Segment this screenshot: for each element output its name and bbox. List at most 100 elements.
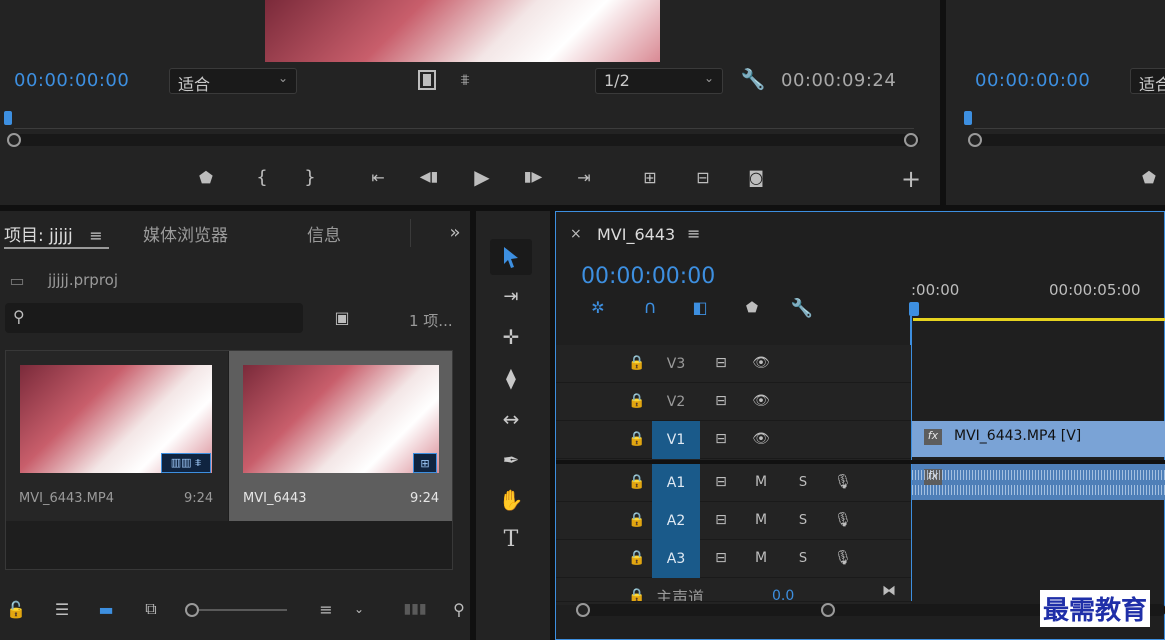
resolution-dropdown[interactable]: 1/2 ⌄: [595, 68, 723, 94]
tab-project[interactable]: 项目: jjjjj ≡: [4, 221, 109, 249]
lock-icon[interactable]: 🔒: [628, 586, 646, 601]
mute-button[interactable]: M: [750, 510, 772, 530]
zoom-scrollbar[interactable]: [10, 134, 920, 146]
solo-button[interactable]: S: [792, 472, 814, 492]
program-zoom-scrollbar[interactable]: [970, 134, 1165, 146]
lock-icon[interactable]: 🔒: [628, 391, 646, 411]
razor-tool[interactable]: ⧫: [490, 360, 532, 396]
close-icon[interactable]: ×: [570, 226, 582, 242]
step-forward-icon[interactable]: ▮▶: [520, 165, 546, 189]
zoom-handle-right[interactable]: [904, 133, 918, 147]
search-input[interactable]: ⚲: [5, 303, 303, 333]
microphone-icon[interactable]: 🎙: [832, 472, 854, 492]
track-label[interactable]: V3: [652, 345, 700, 383]
timeline-timecode[interactable]: 00:00:00:00: [581, 264, 715, 289]
source-timecode[interactable]: 00:00:00:00: [14, 70, 129, 91]
list-view-icon[interactable]: ☰: [48, 597, 76, 621]
track-label[interactable]: A3: [652, 540, 700, 578]
playhead-head[interactable]: [909, 302, 919, 316]
go-to-in-icon[interactable]: ⇤: [364, 165, 392, 189]
step-back-icon[interactable]: ◀▮: [416, 165, 442, 189]
sync-lock-icon[interactable]: ⊟: [710, 353, 732, 373]
video-clip[interactable]: fx MVI_6443.MP4 [V]: [912, 421, 1165, 457]
microphone-icon[interactable]: 🎙: [832, 510, 854, 530]
tab-info[interactable]: 信息: [307, 221, 341, 246]
nest-icon[interactable]: ✲: [586, 296, 610, 318]
type-tool[interactable]: T: [490, 521, 532, 557]
eye-icon[interactable]: 👁: [750, 429, 772, 449]
lock-icon[interactable]: 🔓: [4, 597, 28, 621]
hand-tool[interactable]: ✋: [490, 482, 532, 518]
snap-icon[interactable]: ∩: [638, 296, 662, 318]
program-add-marker-icon[interactable]: ⬟: [1138, 165, 1160, 189]
program-time-ruler[interactable]: [974, 115, 1165, 129]
insert-icon[interactable]: ⊞: [634, 165, 666, 189]
bin-item[interactable]: ▥▥ ⩨ MVI_6443.MP4 9:24: [6, 351, 228, 521]
lock-icon[interactable]: 🔒: [628, 472, 646, 492]
sequence-tab-label[interactable]: MVI_6443: [597, 225, 675, 244]
track-label[interactable]: V1: [652, 421, 700, 459]
icon-view-icon[interactable]: ▬: [94, 597, 118, 621]
add-marker-icon[interactable]: ⬟: [742, 298, 762, 318]
linked-selection-icon[interactable]: ◧: [688, 296, 712, 318]
track-select-tool[interactable]: ⇥: [490, 278, 532, 314]
audio-clip[interactable]: fx: [912, 464, 1165, 500]
sync-lock-icon[interactable]: ⊟: [710, 391, 732, 411]
plus-icon[interactable]: +: [898, 165, 924, 193]
zoom-slider-track[interactable]: [199, 609, 287, 611]
timeline-settings-icon[interactable]: 🔧: [789, 296, 815, 320]
solo-button[interactable]: S: [792, 548, 814, 568]
timeline-zoom-handle-left[interactable]: [576, 603, 590, 617]
fit-dropdown[interactable]: 适合 ⌄: [169, 68, 297, 94]
camera-icon[interactable]: ◙: [743, 165, 769, 189]
mark-out-icon[interactable]: }: [300, 165, 320, 189]
go-to-end-icon[interactable]: ⧓: [878, 582, 900, 600]
lock-icon[interactable]: 🔒: [628, 510, 646, 530]
slip-tool[interactable]: ↔: [490, 401, 532, 437]
mark-in-icon[interactable]: {: [252, 165, 272, 189]
sync-lock-icon[interactable]: ⊟: [710, 472, 732, 492]
timeline-menu-icon[interactable]: ≡: [687, 224, 700, 243]
sync-lock-icon[interactable]: ⊟: [710, 510, 732, 530]
program-playhead-marker[interactable]: [964, 111, 972, 125]
go-to-out-icon[interactable]: ⇥: [570, 165, 598, 189]
lock-icon[interactable]: 🔒: [628, 353, 646, 373]
work-area-bar[interactable]: [913, 318, 1165, 321]
panel-menu-icon[interactable]: ≡: [89, 226, 102, 245]
time-ruler[interactable]: [14, 115, 914, 129]
sort-icon[interactable]: ≡: [312, 597, 340, 621]
zoom-slider-handle[interactable]: [185, 603, 199, 617]
bin-item-selected[interactable]: ⊞ MVI_6443 9:24: [229, 351, 452, 521]
playhead-marker[interactable]: [4, 111, 12, 125]
mute-button[interactable]: M: [750, 548, 772, 568]
ripple-edit-tool[interactable]: ✛: [490, 319, 532, 355]
program-fit-dropdown[interactable]: 适合: [1130, 68, 1165, 94]
pen-tool[interactable]: ✒: [490, 442, 532, 478]
track-label[interactable]: A1: [652, 464, 700, 502]
play-icon[interactable]: ▶: [468, 164, 496, 190]
program-timecode[interactable]: 00:00:00:00: [975, 70, 1090, 91]
microphone-icon[interactable]: 🎙: [832, 548, 854, 568]
automate-sequence-icon[interactable]: ▮▮▮: [398, 597, 432, 621]
audio-waveform-icon[interactable]: ⩨: [452, 68, 478, 92]
freeform-view-icon[interactable]: ⧉: [136, 597, 166, 621]
overwrite-icon[interactable]: ⊟: [687, 165, 719, 189]
wrench-icon[interactable]: 🔧: [740, 66, 766, 92]
lock-icon[interactable]: 🔒: [628, 548, 646, 568]
sync-lock-icon[interactable]: ⊟: [710, 429, 732, 449]
lock-icon[interactable]: 🔒: [628, 429, 646, 449]
sync-lock-icon[interactable]: ⊟: [710, 548, 732, 568]
sort-dropdown-icon[interactable]: ⌄: [350, 597, 368, 621]
more-panels-icon[interactable]: »: [444, 221, 466, 243]
add-marker-icon[interactable]: ⬟: [195, 165, 217, 189]
eye-icon[interactable]: 👁: [750, 391, 772, 411]
tab-media-browser[interactable]: 媒体浏览器: [143, 221, 228, 246]
find-in-bin-icon[interactable]: ▣: [328, 305, 356, 329]
folder-up-icon[interactable]: ▭: [4, 269, 30, 291]
master-volume[interactable]: 0.0: [772, 588, 794, 601]
solo-button[interactable]: S: [792, 510, 814, 530]
track-label[interactable]: V2: [652, 383, 700, 421]
program-zoom-handle-left[interactable]: [968, 133, 982, 147]
track-label[interactable]: A2: [652, 502, 700, 540]
selection-tool[interactable]: [490, 239, 532, 275]
